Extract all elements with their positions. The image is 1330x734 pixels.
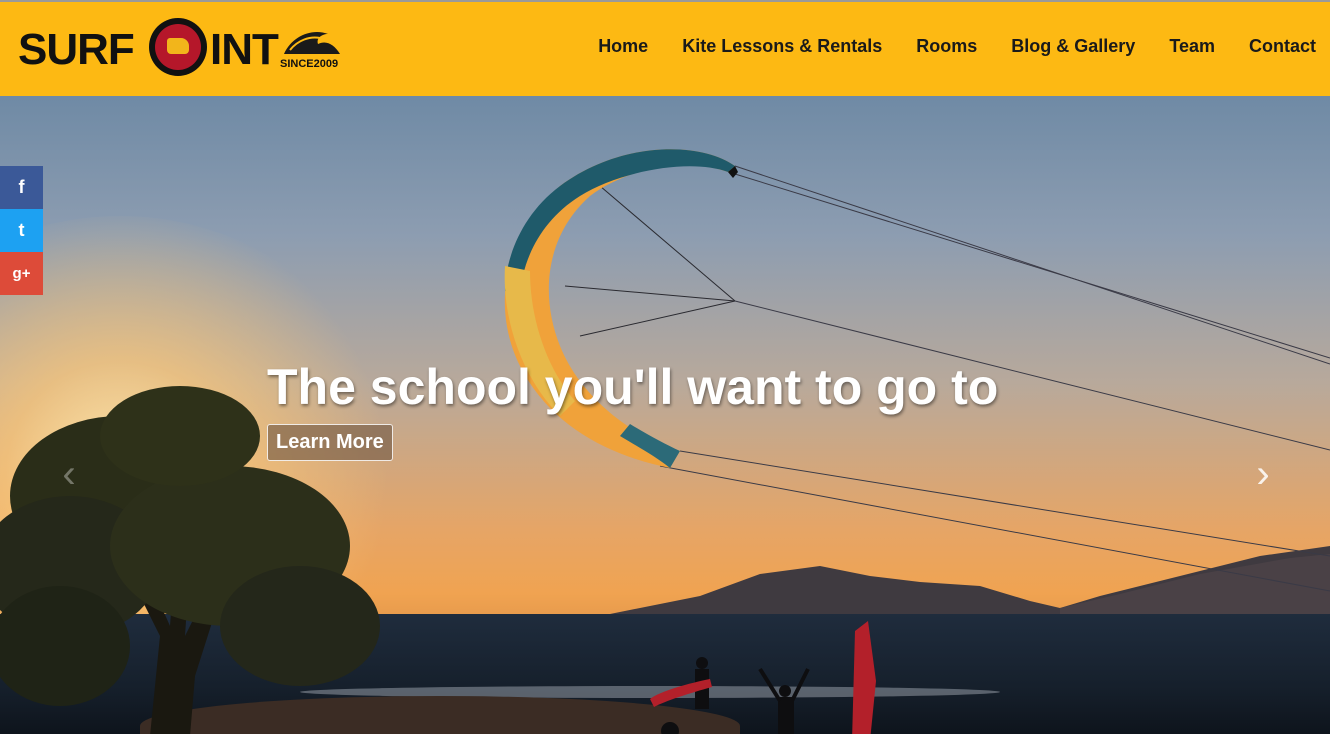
- logo-text-left: SURF: [18, 25, 135, 74]
- hero-caption: The school you'll want to go to Learn Mo…: [267, 358, 998, 461]
- site-header: SURF INT SINCE2009 Home Kite Lessons & R…: [0, 2, 1330, 96]
- nav-blog-gallery[interactable]: Blog & Gallery: [1011, 36, 1135, 57]
- facebook-icon: f: [18, 177, 25, 197]
- people-silhouettes: [650, 621, 876, 734]
- nav-kite-lessons-rentals[interactable]: Kite Lessons & Rentals: [682, 36, 882, 57]
- hero-carousel: The school you'll want to go to Learn Mo…: [0, 96, 1330, 734]
- nav-home[interactable]: Home: [598, 36, 648, 57]
- nav-team[interactable]: Team: [1169, 36, 1215, 57]
- carousel-next-button[interactable]: ›: [1248, 454, 1278, 494]
- logo-text-right: INT: [210, 25, 279, 74]
- surfpoint-logo[interactable]: SURF INT SINCE2009: [18, 18, 348, 82]
- since-label: SINCE2009: [280, 58, 339, 70]
- chevron-right-icon: ›: [1256, 452, 1270, 496]
- nav-rooms[interactable]: Rooms: [916, 36, 977, 57]
- wave-icon: [284, 32, 340, 54]
- googleplus-share-button[interactable]: g+: [0, 252, 43, 295]
- googleplus-icon: g+: [12, 265, 31, 282]
- learn-more-button[interactable]: Learn More: [267, 424, 393, 461]
- nav-contact[interactable]: Contact: [1249, 36, 1316, 57]
- lion-seal-icon: [149, 18, 207, 76]
- social-share-bar: f t g+: [0, 166, 43, 295]
- main-nav: Home Kite Lessons & Rentals Rooms Blog &…: [564, 36, 1316, 57]
- carousel-prev-button[interactable]: ‹: [54, 454, 84, 494]
- hero-headline: The school you'll want to go to: [267, 359, 999, 415]
- facebook-share-button[interactable]: f: [0, 166, 43, 209]
- twitter-icon: t: [18, 220, 25, 240]
- twitter-share-button[interactable]: t: [0, 209, 43, 252]
- chevron-left-icon: ‹: [62, 452, 76, 496]
